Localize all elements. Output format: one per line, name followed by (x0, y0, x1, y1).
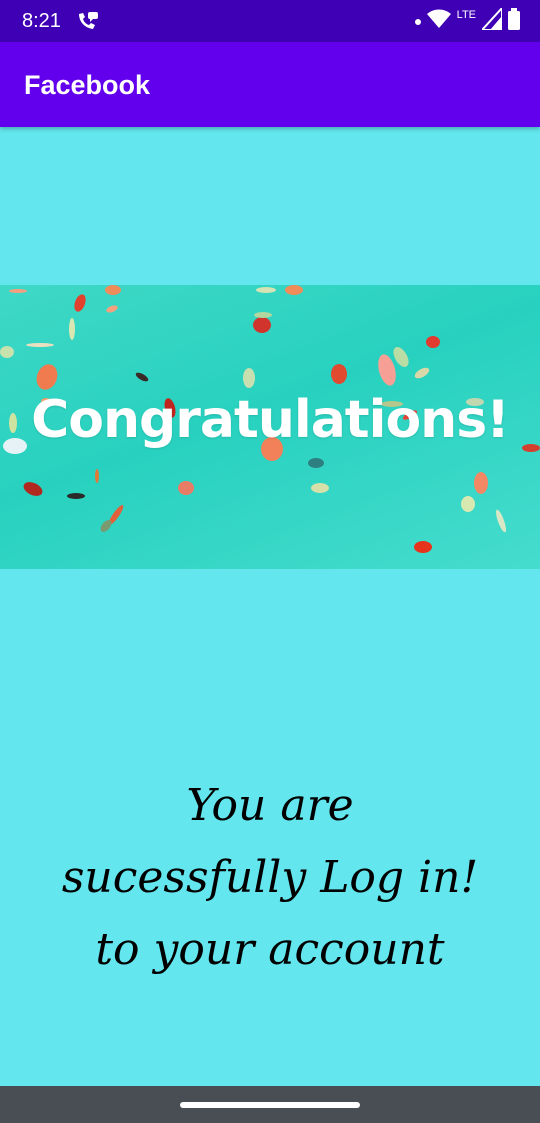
status-bar: 8:21 LTE (0, 0, 540, 42)
notification-dot-icon (414, 12, 421, 30)
wifi-icon (426, 9, 451, 34)
navigation-bar (0, 1086, 540, 1123)
congratulations-text: Congratulations! (31, 390, 510, 450)
call-icon (76, 10, 100, 32)
signal-icon (479, 4, 503, 35)
network-label: LTE (456, 9, 476, 21)
status-icons: LTE (414, 4, 520, 35)
status-time: 8:21 (22, 10, 61, 32)
congratulations-banner: Congratulations! (0, 285, 540, 569)
message-line: You are (186, 780, 354, 831)
app-bar: Facebook (0, 42, 540, 127)
message-line: sucessfully Log in! (61, 852, 479, 903)
message-line: to your account (95, 924, 445, 975)
home-gesture-handle[interactable] (180, 1102, 360, 1108)
app-title: Facebook (24, 70, 151, 100)
login-success-message: You are sucessfully Log in! to your acco… (20, 770, 520, 986)
battery-icon (508, 7, 520, 35)
